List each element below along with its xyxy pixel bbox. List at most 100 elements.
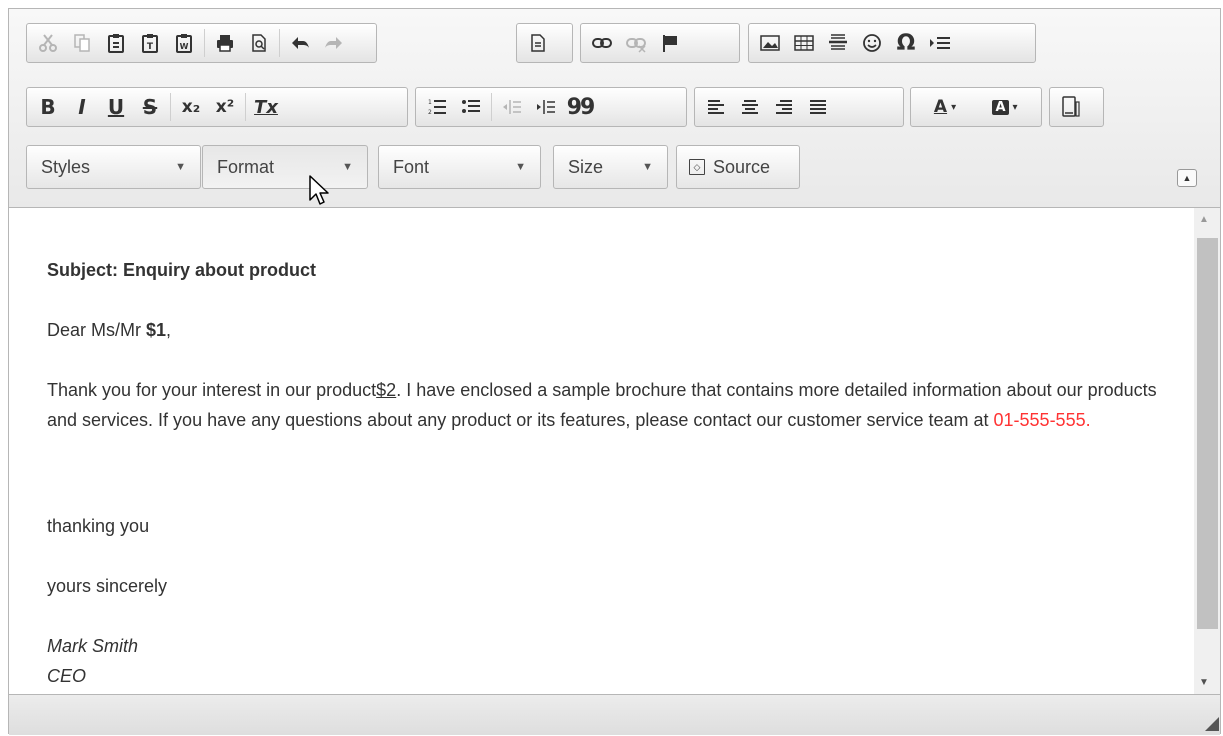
paste-icon[interactable]: [99, 27, 133, 59]
undo-icon[interactable]: [283, 27, 317, 59]
decrease-indent-icon[interactable]: [495, 91, 529, 123]
resize-handle-icon[interactable]: [1205, 717, 1219, 731]
background-color-button[interactable]: A ▾: [975, 91, 1035, 123]
basic-styles-group: B I U S x₂ x² Tx: [26, 87, 408, 127]
bg-color-label: A: [992, 99, 1009, 115]
special-char-icon[interactable]: Ω: [889, 27, 923, 59]
bulleted-list-icon[interactable]: [454, 91, 488, 123]
styles-dropdown[interactable]: Styles ▼: [26, 145, 201, 189]
image-icon[interactable]: [753, 27, 787, 59]
placeholder-1: $1: [146, 320, 167, 340]
superscript-button[interactable]: x²: [208, 91, 242, 123]
horizontal-line-icon[interactable]: [821, 27, 855, 59]
font-label: Font: [393, 156, 430, 177]
strikethrough-button[interactable]: S: [133, 91, 167, 123]
maximize-icon[interactable]: [1054, 91, 1088, 123]
signature: Mark Smith CEO: [47, 631, 1157, 691]
text-color-button[interactable]: A ▾: [915, 91, 975, 123]
cut-icon[interactable]: [31, 27, 65, 59]
source-label: Source: [713, 156, 771, 177]
chevron-down-icon: ▾: [1012, 101, 1018, 113]
editor-toolbar: T W Ω B I U S x₂ x² Tx 1 2 99 A ▾ A ▾ St…: [9, 9, 1220, 208]
format-dropdown[interactable]: Format ▼: [202, 145, 368, 189]
format-label: Format: [217, 156, 275, 177]
templates-icon[interactable]: [521, 27, 555, 59]
paragraph-group: 12 99: [415, 87, 687, 127]
justify-icon[interactable]: [801, 91, 835, 123]
phone-number: 01-555-555: [993, 410, 1086, 430]
align-center-icon[interactable]: [733, 91, 767, 123]
link-icon[interactable]: [585, 27, 619, 59]
align-group: [694, 87, 904, 127]
copy-icon[interactable]: [65, 27, 99, 59]
templates-group: [516, 23, 573, 63]
unlink-icon[interactable]: [619, 27, 653, 59]
paste-from-word-icon[interactable]: W: [167, 27, 201, 59]
scrollbar-thumb[interactable]: [1197, 238, 1218, 629]
remove-format-button[interactable]: Tx: [249, 91, 283, 123]
chevron-down-icon: ▼: [342, 161, 353, 173]
size-label: Size: [568, 156, 604, 177]
subscript-button[interactable]: x₂: [174, 91, 208, 123]
svg-text:W: W: [180, 42, 189, 51]
separator: [170, 93, 171, 121]
collapse-toolbar-button[interactable]: ▲: [1177, 169, 1197, 187]
tools-group: [1049, 87, 1104, 127]
rich-text-editor: T W Ω B I U S x₂ x² Tx 1 2 99 A ▾ A ▾ St…: [8, 8, 1221, 735]
source-icon: ◇: [689, 159, 705, 175]
chevron-down-icon: ▼: [175, 161, 186, 173]
show-blocks-icon[interactable]: [923, 27, 957, 59]
editor-content[interactable]: Subject: Enquiry about product Dear Ms/M…: [9, 208, 1192, 694]
separator: [204, 29, 205, 57]
svg-text:1: 1: [428, 99, 432, 106]
print-icon[interactable]: [208, 27, 242, 59]
size-dropdown[interactable]: Size ▼: [553, 145, 668, 189]
scroll-up-arrow-icon[interactable]: ▲: [1199, 214, 1209, 225]
chevron-down-icon: ▼: [642, 161, 653, 173]
mouse-cursor-icon: [309, 175, 331, 212]
salutation-comma: ,: [166, 320, 172, 340]
placeholder-2: $2: [376, 380, 397, 400]
status-bar: [9, 694, 1220, 735]
table-icon[interactable]: [787, 27, 821, 59]
styles-label: Styles: [41, 156, 91, 177]
salutation: Dear Ms/Mr $1,: [47, 315, 1157, 345]
svg-text:T: T: [147, 42, 154, 52]
preview-icon[interactable]: [242, 27, 276, 59]
anchor-flag-icon[interactable]: [653, 27, 687, 59]
body-end: .: [1085, 410, 1091, 430]
separator: [245, 93, 246, 121]
separator: [279, 29, 280, 57]
text-color-label: A: [933, 97, 948, 117]
signature-name: Mark Smith: [47, 636, 139, 656]
italic-button[interactable]: I: [65, 91, 99, 123]
chevron-down-icon: ▼: [515, 161, 526, 173]
salutation-text: Dear Ms/Mr: [47, 320, 146, 340]
redo-icon[interactable]: [317, 27, 351, 59]
chevron-down-icon: ▾: [951, 101, 957, 113]
numbered-list-icon[interactable]: 12: [420, 91, 454, 123]
colors-group: A ▾ A ▾: [910, 87, 1042, 127]
closing-sincerely: yours sincerely: [47, 576, 168, 596]
clipboard-group: T W: [26, 23, 377, 63]
body-text-a: Thank you for your interest in our produ…: [47, 380, 377, 400]
blockquote-button[interactable]: 99: [563, 91, 597, 123]
font-dropdown[interactable]: Font ▼: [378, 145, 541, 189]
smiley-icon[interactable]: [855, 27, 889, 59]
body-paragraph: Thank you for your interest in our produ…: [47, 375, 1157, 435]
source-button[interactable]: ◇ Source: [676, 145, 800, 189]
signature-title: CEO: [47, 666, 87, 686]
insert-group: Ω: [748, 23, 1036, 63]
increase-indent-icon[interactable]: [529, 91, 563, 123]
svg-text:2: 2: [428, 109, 432, 116]
scroll-down-arrow-icon[interactable]: ▼: [1199, 677, 1209, 688]
closing-thanks: thanking you: [47, 516, 150, 536]
separator: [491, 93, 492, 121]
underline-button[interactable]: U: [99, 91, 133, 123]
links-group: [580, 23, 740, 63]
align-left-icon[interactable]: [699, 91, 733, 123]
subject-line: Subject: Enquiry about product: [47, 260, 316, 280]
bold-button[interactable]: B: [31, 91, 65, 123]
align-right-icon[interactable]: [767, 91, 801, 123]
paste-text-icon[interactable]: T: [133, 27, 167, 59]
